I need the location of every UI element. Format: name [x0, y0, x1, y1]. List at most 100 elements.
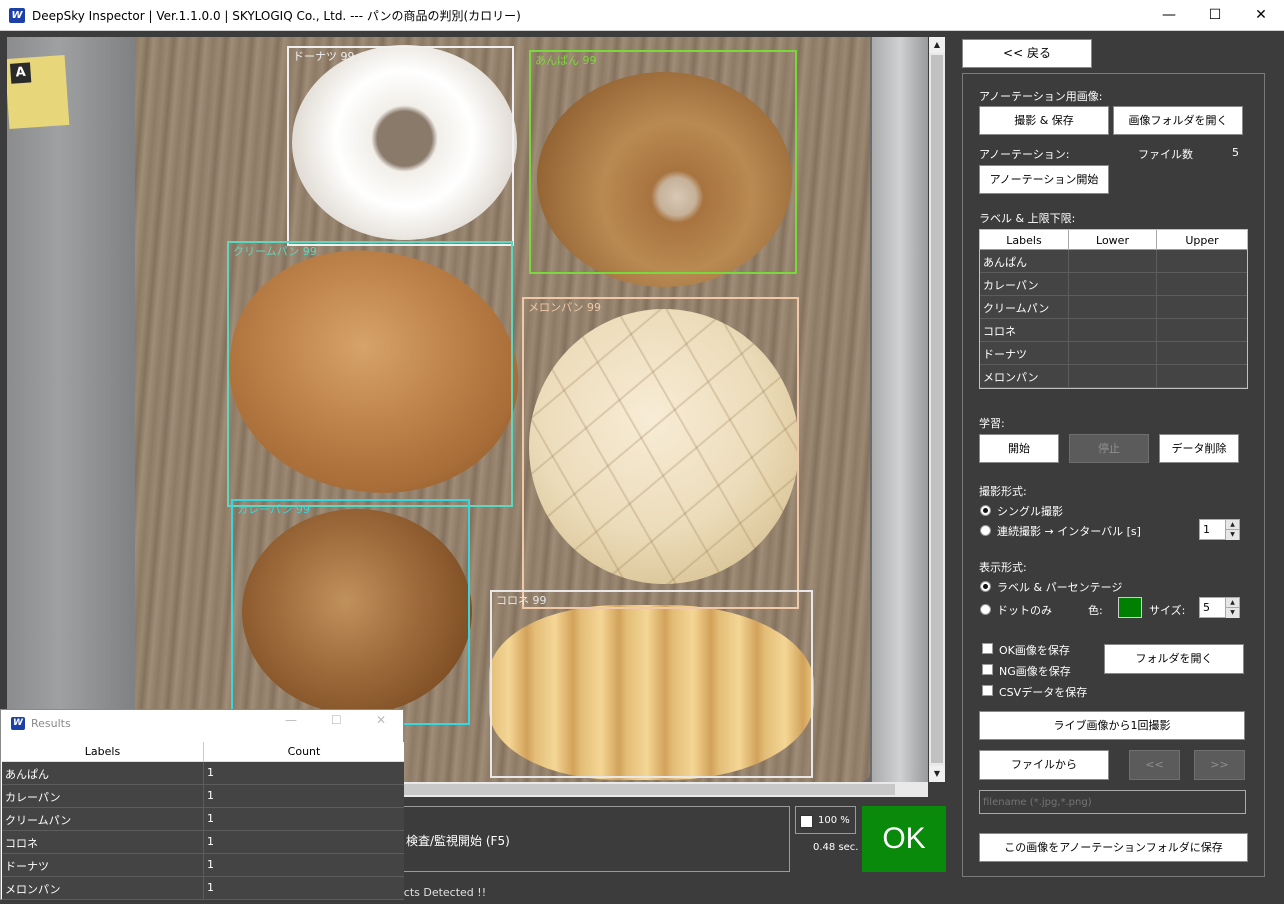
file-count-value: 5	[1232, 146, 1239, 159]
table-row[interactable]: ドーナツ 1	[2, 854, 404, 877]
vertical-scrollbar[interactable]: ▲ ▼	[929, 37, 945, 782]
detection-label: カレーパン 99	[237, 503, 310, 516]
close-button[interactable]: ✕	[1238, 0, 1284, 31]
single-capture-label: シングル撮影	[997, 505, 1063, 518]
size-stepper[interactable]: 5 ▲ ▼	[1199, 597, 1240, 618]
continuous-capture-label: 連続撮影 → インターバル [s]	[997, 525, 1141, 538]
detection-label: あんぱん 99	[535, 54, 597, 67]
size-label: サイズ:	[1149, 604, 1186, 617]
next-image-button[interactable]: >>	[1194, 750, 1245, 780]
results-maximize-icon[interactable]: ☐	[331, 713, 342, 727]
maximize-button[interactable]: ☐	[1192, 0, 1238, 31]
save-to-annotation-button[interactable]: この画像をアノーテーションフォルダに保存	[979, 833, 1248, 862]
dot-only-label: ドットのみ	[997, 604, 1052, 617]
detection-label: メロンパン 99	[528, 301, 602, 314]
detection-box-donut: ドーナツ 99	[287, 46, 514, 246]
continuous-capture-radio[interactable]	[980, 525, 991, 536]
display-mode-heading: 表示形式:	[979, 561, 1027, 574]
table-row[interactable]: カレーパン 1	[2, 785, 404, 808]
percent-toggle[interactable]: 100 %	[795, 806, 856, 834]
results-window[interactable]: W Results — ☐ ✕ Labels Count あんぱん 1 カレーパン…	[0, 709, 404, 900]
table-row[interactable]: メロンパン	[980, 365, 1247, 388]
open-image-folder-button[interactable]: 画像フォルダを開く	[1113, 106, 1243, 135]
train-start-button[interactable]: 開始	[979, 434, 1059, 463]
save-ng-checkbox[interactable]	[982, 664, 993, 675]
results-col-count: Count	[287, 745, 321, 758]
camera-image-viewer[interactable]: A ドーナツ 99 あんぱん 99 クリームパン 99 メロンパン 99 カレー…	[7, 37, 928, 782]
results-window-title: Results	[31, 717, 71, 730]
window-title: DeepSky Inspector | Ver.1.1.0.0 | SKYLOG…	[32, 9, 521, 23]
table-row[interactable]: カレーパン	[980, 273, 1247, 296]
file-count-label: ファイル数	[1138, 148, 1193, 161]
open-folder-button[interactable]: フォルダを開く	[1104, 644, 1244, 674]
detection-label: クリームパン 99	[233, 245, 317, 258]
detection-box-curry-bun: カレーパン 99	[231, 499, 470, 725]
status-bar-text: ects Detected !!	[397, 886, 487, 899]
results-col-labels: Labels	[84, 745, 121, 758]
start-annotation-button[interactable]: アノーテーション開始	[979, 165, 1109, 194]
results-table-header: Labels Count	[2, 742, 404, 762]
detection-label: コロネ 99	[496, 594, 547, 607]
filename-field[interactable]	[979, 790, 1246, 814]
scroll-up-icon[interactable]: ▲	[929, 37, 945, 53]
save-ok-label: OK画像を保存	[999, 644, 1070, 657]
train-stop-button[interactable]: 停止	[1069, 434, 1149, 463]
table-row[interactable]: ドーナツ	[980, 342, 1247, 365]
save-ok-checkbox[interactable]	[982, 643, 993, 654]
percent-checkbox[interactable]	[800, 815, 813, 828]
interval-stepper[interactable]: 1 ▲ ▼	[1199, 519, 1240, 540]
save-csv-checkbox[interactable]	[982, 685, 993, 696]
capture-mode-heading: 撮影形式:	[979, 485, 1027, 498]
table-row[interactable]: あんぱん	[980, 250, 1247, 273]
table-row[interactable]: メロンパン 1	[2, 877, 404, 900]
annotation-heading: アノーテーション:	[979, 148, 1070, 161]
results-minimize-icon[interactable]: —	[285, 713, 297, 727]
detection-box-melon-bun: メロンパン 99	[522, 297, 799, 609]
scroll-thumb[interactable]	[931, 55, 943, 763]
stepper-up-icon[interactable]: ▲	[1225, 598, 1239, 608]
capture-save-button[interactable]: 撮影 & 保存	[979, 106, 1109, 135]
save-ng-label: NG画像を保存	[999, 665, 1071, 678]
save-csv-label: CSVデータを保存	[999, 686, 1088, 699]
table-row[interactable]: クリームパン 1	[2, 808, 404, 831]
table-row[interactable]: クリームパン	[980, 296, 1247, 319]
color-label: 色:	[1088, 604, 1103, 617]
minimize-button[interactable]: —	[1146, 0, 1192, 31]
training-heading: 学習:	[979, 417, 1005, 430]
stepper-up-icon[interactable]: ▲	[1225, 520, 1239, 530]
detection-box-cream-bun: クリームパン 99	[227, 241, 513, 507]
scroll-down-icon[interactable]: ▼	[929, 766, 945, 782]
single-capture-radio[interactable]	[980, 505, 991, 516]
label-percent-radio[interactable]	[980, 581, 991, 592]
background-left	[7, 37, 137, 782]
elapsed-time: 0.48 sec.	[813, 842, 859, 853]
results-close-icon[interactable]: ✕	[376, 713, 386, 727]
stepper-down-icon[interactable]: ▼	[1225, 530, 1239, 540]
from-file-button[interactable]: ファイルから	[979, 750, 1109, 780]
dot-color-swatch[interactable]	[1118, 597, 1142, 618]
table-row[interactable]: コロネ	[980, 319, 1247, 342]
detection-box-cornet: コロネ 99	[490, 590, 813, 778]
annotation-images-heading: アノーテーション用画像:	[979, 90, 1103, 103]
inspect-start-button[interactable]: 検査/監視開始 (F5)	[385, 806, 790, 872]
dot-only-radio[interactable]	[980, 604, 991, 615]
title-bar: W DeepSky Inspector | Ver.1.1.0.0 | SKYL…	[0, 0, 1284, 31]
table-row[interactable]: あんぱん 1	[2, 762, 404, 785]
table-row[interactable]: コロネ 1	[2, 831, 404, 854]
results-app-icon: W	[11, 717, 25, 730]
delete-data-button[interactable]: データ削除	[1159, 434, 1239, 463]
sticky-note: A	[7, 54, 70, 130]
limits-table-header: Labels Lower Upper	[980, 230, 1247, 250]
percent-label: 100 %	[818, 815, 850, 826]
app-logo-icon: W	[9, 8, 25, 23]
detection-label: ドーナツ 99	[293, 50, 355, 63]
background-right	[872, 37, 928, 782]
label-percent-label: ラベル & パーセンテージ	[997, 581, 1123, 594]
inspect-start-label: 検査/監視開始 (F5)	[406, 834, 510, 848]
detection-box-anpan: あんぱん 99	[529, 50, 797, 274]
limits-table[interactable]: Labels Lower Upper あんぱん カレーパン クリームパン コロネ…	[979, 229, 1248, 389]
stepper-down-icon[interactable]: ▼	[1225, 608, 1239, 618]
prev-image-button[interactable]: <<	[1129, 750, 1180, 780]
back-button[interactable]: << 戻る	[962, 39, 1092, 68]
single-live-capture-button[interactable]: ライブ画像から1回撮影	[979, 711, 1245, 740]
